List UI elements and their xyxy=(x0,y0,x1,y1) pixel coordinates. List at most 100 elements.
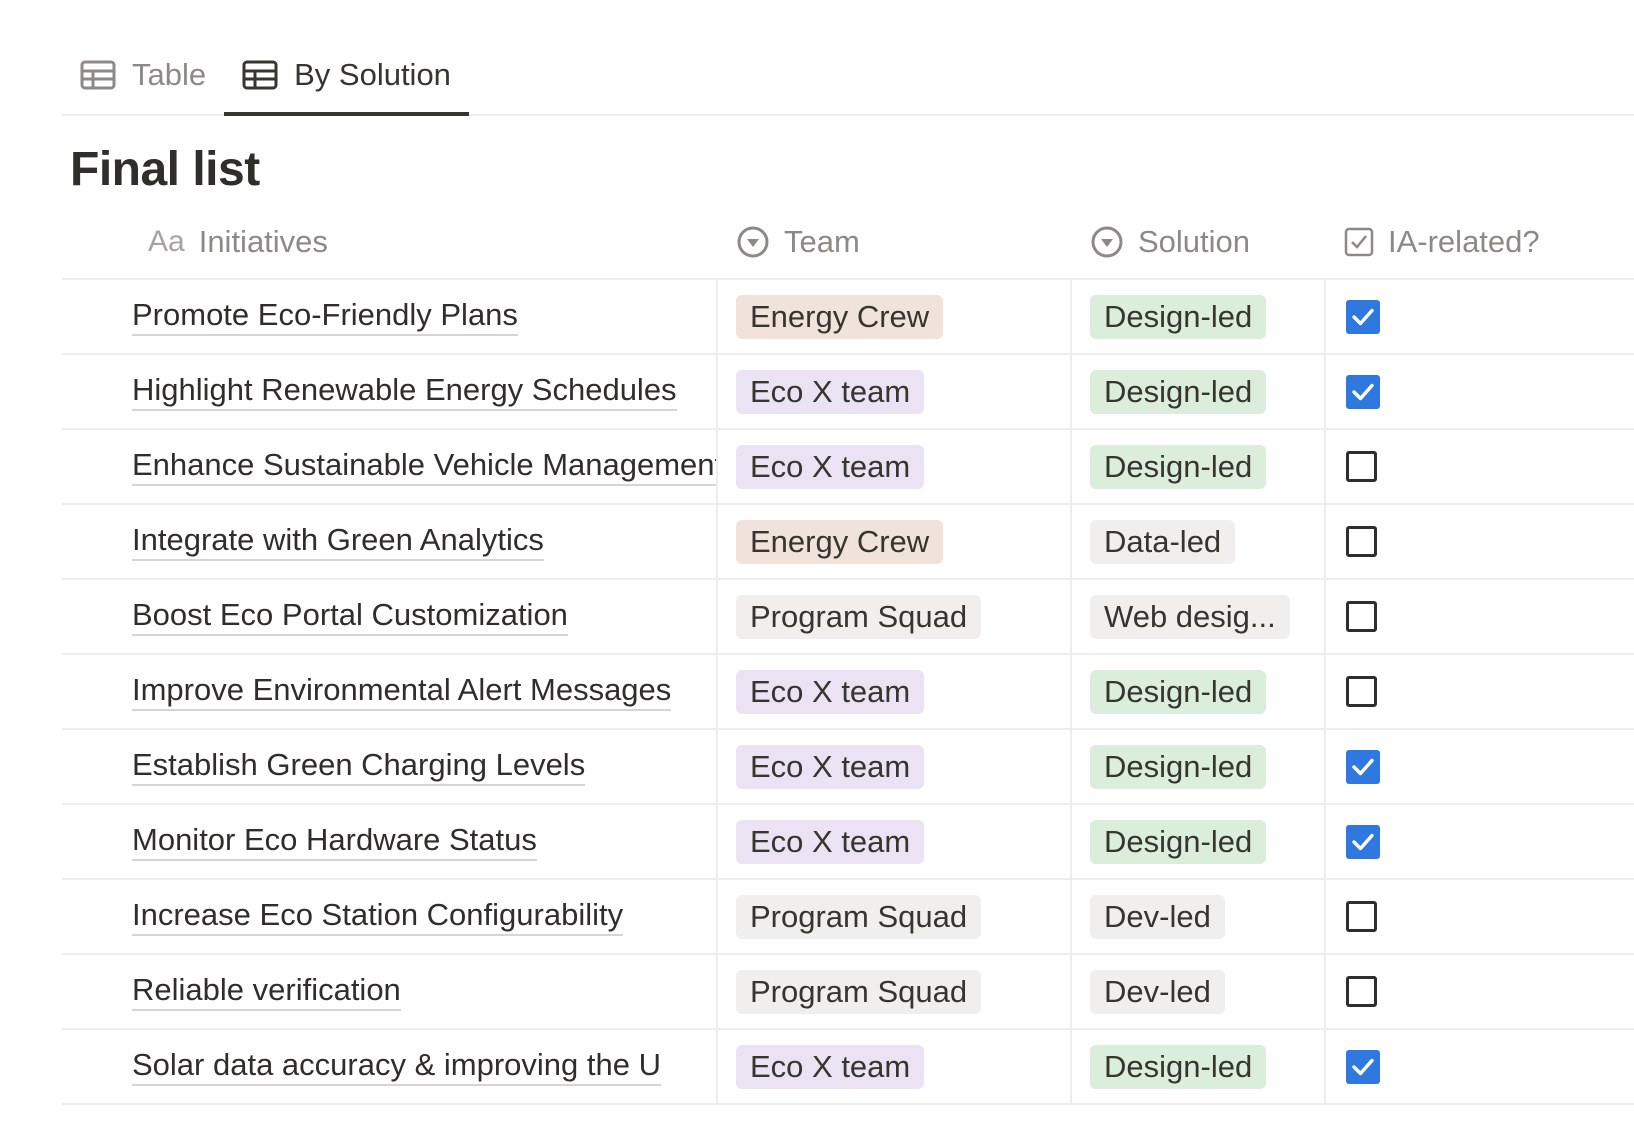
checkmark-icon xyxy=(1352,1058,1374,1075)
initiative-cell: Establish Green Charging Levels xyxy=(62,730,716,803)
solution-tag: Design-led xyxy=(1090,669,1267,714)
ia-related-checkbox[interactable] xyxy=(1346,901,1377,932)
solution-tag: Design-led xyxy=(1090,1044,1267,1089)
team-cell[interactable]: Program Squad xyxy=(716,955,1070,1028)
team-cell[interactable]: Program Squad xyxy=(716,580,1070,653)
ia-related-checkbox[interactable] xyxy=(1346,1049,1380,1084)
ia-related-checkbox[interactable] xyxy=(1346,601,1377,632)
team-cell[interactable]: Energy Crew xyxy=(716,505,1070,578)
table-body: Promote Eco-Friendly Plans Energy Crew D… xyxy=(62,280,1634,1105)
table-row[interactable]: Monitor Eco Hardware Status Eco X team D… xyxy=(62,805,1634,880)
table-row[interactable]: Highlight Renewable Energy Schedules Eco… xyxy=(62,355,1634,430)
initiative-title-link[interactable]: Highlight Renewable Energy Schedules xyxy=(132,372,677,411)
table-row[interactable]: Promote Eco-Friendly Plans Energy Crew D… xyxy=(62,280,1634,355)
initiative-cell: Promote Eco-Friendly Plans xyxy=(62,280,716,353)
initiative-title-link[interactable]: Solar data accuracy & improving the U xyxy=(132,1047,661,1086)
solution-cell[interactable]: Design-led xyxy=(1070,655,1324,728)
checkmark-icon xyxy=(1352,383,1374,400)
initiative-cell: Integrate with Green Analytics xyxy=(62,505,716,578)
ia-related-checkbox[interactable] xyxy=(1346,526,1377,557)
tab-table-label: Table xyxy=(132,57,207,92)
team-cell[interactable]: Eco X team xyxy=(716,655,1070,728)
checkmark-icon xyxy=(1352,308,1374,325)
page-title: Final list xyxy=(70,143,260,196)
initiative-cell: Enhance Sustainable Vehicle Management xyxy=(62,430,716,503)
solution-cell[interactable]: Dev-led xyxy=(1070,955,1324,1028)
initiative-title-link[interactable]: Increase Eco Station Configurability xyxy=(132,897,624,936)
team-cell[interactable]: Eco X team xyxy=(716,1030,1070,1103)
tab-table[interactable]: Table xyxy=(62,36,224,114)
initiative-title-link[interactable]: Improve Environmental Alert Messages xyxy=(132,672,672,711)
table-row[interactable]: Increase Eco Station Configurability Pro… xyxy=(62,880,1634,955)
ia-related-cell xyxy=(1324,655,1634,728)
ia-related-checkbox[interactable] xyxy=(1346,976,1377,1007)
table-row[interactable]: Solar data accuracy & improving the U Ec… xyxy=(62,1030,1634,1105)
ia-related-cell xyxy=(1324,1030,1634,1103)
ia-related-checkbox[interactable] xyxy=(1346,824,1380,859)
initiative-title-link[interactable]: Boost Eco Portal Customization xyxy=(132,597,568,636)
initiative-cell: Boost Eco Portal Customization xyxy=(62,580,716,653)
tab-by-solution[interactable]: By Solution xyxy=(224,36,469,116)
ia-related-cell xyxy=(1324,805,1634,878)
solution-cell[interactable]: Web desig... xyxy=(1070,580,1324,653)
text-type-icon: Aa xyxy=(148,225,185,258)
solution-cell[interactable]: Design-led xyxy=(1070,355,1324,428)
solution-cell[interactable]: Design-led xyxy=(1070,280,1324,353)
team-tag: Energy Crew xyxy=(736,519,944,564)
table-row[interactable]: Reliable verification Program Squad Dev-… xyxy=(62,955,1634,1030)
table-row[interactable]: Integrate with Green Analytics Energy Cr… xyxy=(62,505,1634,580)
ia-related-cell xyxy=(1324,280,1634,353)
view-tabs: Table By Solution xyxy=(62,36,1634,116)
team-tag: Eco X team xyxy=(736,819,925,864)
column-label: Team xyxy=(784,224,860,259)
team-tag: Program Squad xyxy=(736,894,982,939)
team-cell[interactable]: Eco X team xyxy=(716,355,1070,428)
team-cell[interactable]: Eco X team xyxy=(716,730,1070,803)
initiative-title-link[interactable]: Integrate with Green Analytics xyxy=(132,522,544,561)
ia-related-checkbox[interactable] xyxy=(1346,451,1377,482)
initiative-title-link[interactable]: Enhance Sustainable Vehicle Management xyxy=(132,447,716,486)
initiative-cell: Highlight Renewable Energy Schedules xyxy=(62,355,716,428)
ia-related-cell xyxy=(1324,955,1634,1028)
column-header-solution[interactable]: Solution xyxy=(1070,206,1324,278)
solution-tag: Design-led xyxy=(1090,444,1267,489)
column-label: Solution xyxy=(1138,224,1251,259)
column-label: Initiatives xyxy=(198,224,328,259)
table-header: Aa Initiatives Team Solution IA-related? xyxy=(62,206,1634,280)
solution-cell[interactable]: Design-led xyxy=(1070,730,1324,803)
solution-cell[interactable]: Design-led xyxy=(1070,805,1324,878)
table-row[interactable]: Establish Green Charging Levels Eco X te… xyxy=(62,730,1634,805)
team-cell[interactable]: Energy Crew xyxy=(716,280,1070,353)
initiative-title-link[interactable]: Reliable verification xyxy=(132,972,401,1011)
checkbox-property-icon xyxy=(1344,227,1374,257)
ia-related-checkbox[interactable] xyxy=(1346,749,1380,784)
team-cell[interactable]: Eco X team xyxy=(716,430,1070,503)
column-header-ia-related[interactable]: IA-related? xyxy=(1324,206,1634,278)
table-row[interactable]: Improve Environmental Alert Messages Eco… xyxy=(62,655,1634,730)
initiative-cell: Monitor Eco Hardware Status xyxy=(62,805,716,878)
ia-related-cell xyxy=(1324,430,1634,503)
solution-cell[interactable]: Dev-led xyxy=(1070,880,1324,953)
tab-by-solution-label: By Solution xyxy=(294,57,451,92)
column-header-team[interactable]: Team xyxy=(716,206,1070,278)
table-row[interactable]: Enhance Sustainable Vehicle Management E… xyxy=(62,430,1634,505)
team-cell[interactable]: Program Squad xyxy=(716,880,1070,953)
initiative-title-link[interactable]: Monitor Eco Hardware Status xyxy=(132,822,537,861)
team-cell[interactable]: Eco X team xyxy=(716,805,1070,878)
ia-related-cell xyxy=(1324,580,1634,653)
initiative-title-link[interactable]: Establish Green Charging Levels xyxy=(132,747,586,786)
solution-cell[interactable]: Data-led xyxy=(1070,505,1324,578)
solution-cell[interactable]: Design-led xyxy=(1070,430,1324,503)
ia-related-checkbox[interactable] xyxy=(1346,676,1377,707)
initiative-cell: Increase Eco Station Configurability xyxy=(62,880,716,953)
ia-related-checkbox[interactable] xyxy=(1346,299,1380,334)
ia-related-checkbox[interactable] xyxy=(1346,374,1380,409)
table-row[interactable]: Boost Eco Portal Customization Program S… xyxy=(62,580,1634,655)
team-tag: Eco X team xyxy=(736,1044,925,1089)
solution-tag: Design-led xyxy=(1090,294,1267,339)
ia-related-cell xyxy=(1324,505,1634,578)
initiative-title-link[interactable]: Promote Eco-Friendly Plans xyxy=(132,297,518,336)
solution-cell[interactable]: Design-led xyxy=(1070,1030,1324,1103)
solution-tag: Data-led xyxy=(1090,519,1236,564)
column-header-initiatives[interactable]: Aa Initiatives xyxy=(62,206,716,278)
